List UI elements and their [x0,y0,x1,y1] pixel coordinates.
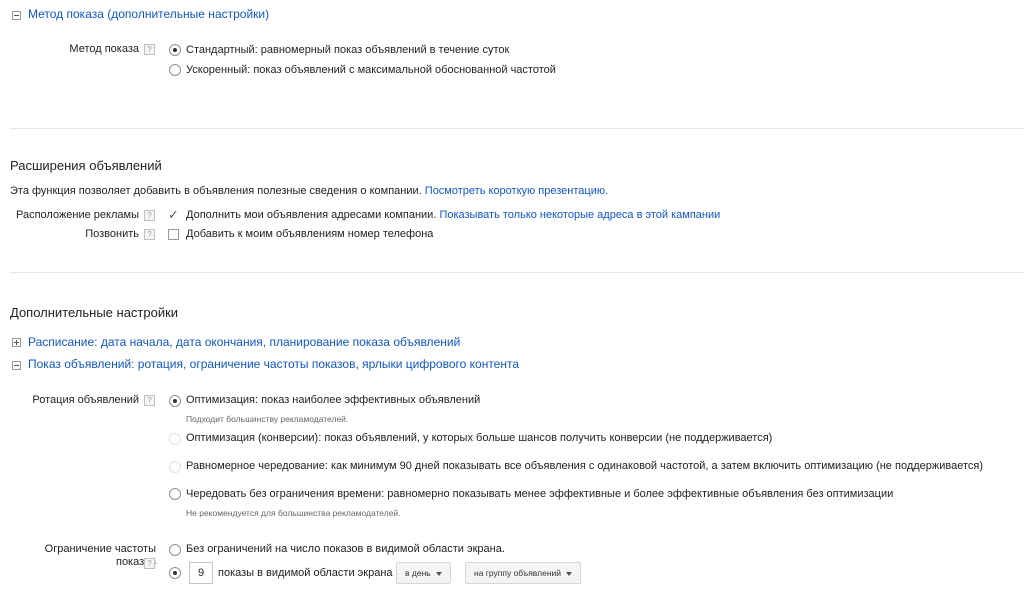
chevron-down-icon [566,571,573,576]
collapse-toggle-icon[interactable] [12,361,21,370]
period-select[interactable]: в день [396,562,451,584]
section-divider [10,272,1024,273]
call-extension-label: Позвонить [85,228,139,240]
rotation-conversions-radio[interactable] [169,433,181,445]
help-icon[interactable]: ? [144,44,155,55]
level-select-value: на группу объявлений [474,568,562,578]
frequency-cap-label-line1: Ограничение частоты [44,543,156,555]
frequency-cap-text: показы в видимой области экрана [218,567,393,579]
rotation-indefinite-hint: Не рекомендуется для большинства рекламо… [186,508,401,518]
rotation-conversions-label: Оптимизация (конверсии): показ объявлени… [186,432,773,444]
rotation-even-label: Равномерное чередование: как минимум 90 … [186,460,984,472]
location-extension-description: Дополнить мои объявления адресами компан… [186,209,437,221]
extensions-description-text: Эта функция позволяет добавить в объявле… [10,185,422,197]
delivery-accelerated-label: Ускоренный: показ объявлений с максималь… [186,64,556,76]
location-extension-text: Дополнить мои объявления адресами компан… [186,209,720,221]
rotation-optimize-label: Оптимизация: показ наиболее эффективных … [186,394,481,406]
schedule-toggle-link[interactable]: Расписание: дата начала, дата окончания,… [28,335,460,349]
chevron-down-icon [435,571,442,576]
delivery-standard-radio[interactable] [169,44,181,56]
frequency-cap-radio[interactable] [169,567,181,579]
rotation-optimize-radio[interactable] [169,395,181,407]
extensions-heading: Расширения объявлений [10,158,162,173]
help-icon[interactable]: ? [144,229,155,240]
rotation-even-radio[interactable] [169,461,181,473]
extensions-description: Эта функция позволяет добавить в объявле… [10,185,608,197]
delivery-method-label: Метод показа [69,43,139,55]
rotation-optimize-hint: Подходит большинству рекламодателей. [186,414,349,424]
rotation-indefinite-radio[interactable] [169,488,181,500]
rotation-indefinite-label: Чередовать без ограничения времени: равн… [186,488,894,500]
level-select[interactable]: на группу объявлений [465,562,582,584]
help-icon[interactable]: ? [144,558,155,569]
location-subset-link[interactable]: Показывать только некоторые адреса в это… [439,209,720,221]
help-icon[interactable]: ? [144,210,155,221]
call-extension-checkbox[interactable] [168,229,179,240]
advanced-settings-heading: Дополнительные настройки [10,305,179,320]
presentation-link[interactable]: Посмотреть короткую презентацию. [425,185,608,197]
location-extension-label: Расположение рекламы [15,209,139,221]
ad-rotation-label: Ротация объявлений [32,394,139,406]
period-select-value: в день [405,568,431,578]
delivery-method-toggle-link[interactable]: Метод показа (дополнительные настройки) [28,7,269,21]
frequency-cap-input[interactable]: 9 [189,562,213,584]
checkmark-icon[interactable]: ✓ [168,208,179,221]
delivery-standard-label: Стандартный: равномерный показ объявлени… [186,44,510,56]
delivery-accelerated-radio[interactable] [169,64,181,76]
call-extension-text: Добавить к моим объявлениям номер телефо… [186,228,434,240]
section-divider [10,128,1024,129]
frequency-unlimited-radio[interactable] [169,544,181,556]
frequency-unlimited-label: Без ограничений на число показов в видим… [186,543,505,555]
ad-delivery-toggle-link[interactable]: Показ объявлений: ротация, ограничение ч… [28,357,519,371]
help-icon[interactable]: ? [144,395,155,406]
frequency-cap-label: Ограничение частоты показов [45,543,156,569]
collapse-toggle-icon[interactable] [12,11,21,20]
expand-toggle-icon[interactable] [12,338,21,347]
